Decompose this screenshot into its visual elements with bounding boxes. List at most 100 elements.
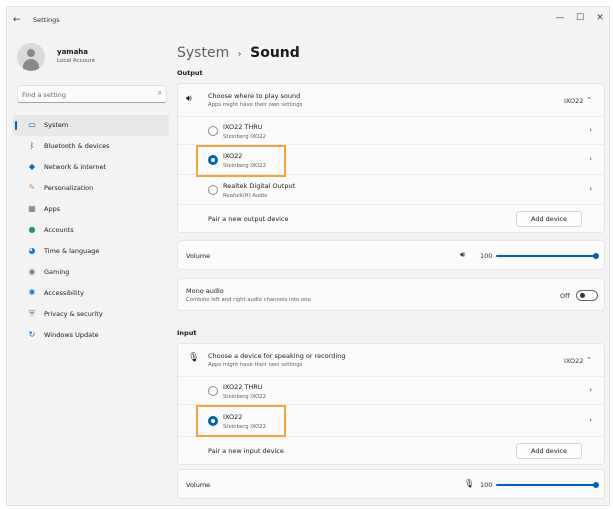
add-input-device-button[interactable]: Add device [516,443,582,459]
active-indicator [15,121,17,130]
input-pair-label: Pair a new input device [208,447,284,455]
input-pair-row: Pair a new input device Add device [178,436,604,465]
brush-icon: ✎ [28,183,36,192]
input-selection-highlight [196,405,286,437]
chevron-up-icon[interactable]: ⌃ [586,96,592,104]
output-header-title: Choose where to play sound [208,92,301,100]
sidebar-item-label: Network & internet [44,163,107,171]
output-volume-thumb[interactable] [593,253,599,259]
output-header-subtitle: Apps might have their own settings [208,102,303,108]
person-icon: ● [28,225,36,234]
settings-window: ← Settings — ☐ ✕ yamaha Local Account ⌕ … [6,6,610,506]
output-radio-0[interactable] [208,126,218,136]
output-device-row-2[interactable]: Realtek Digital Output Realtek(R) Audio … [178,174,604,204]
chevron-right-icon[interactable]: › [589,416,592,424]
add-output-device-button[interactable]: Add device [516,211,582,227]
breadcrumb: System › Sound [177,45,300,61]
sidebar-item-gaming[interactable]: ◉ Gaming [13,262,169,283]
chevron-right-icon[interactable]: › [589,386,592,394]
sidebar-nav: ▭ System ᛒ Bluetooth & devices ◆ Network & in… [13,115,169,346]
input-device-detail-0: Steinberg IXO22 [223,394,267,400]
chevron-up-icon[interactable]: ⌃ [586,356,592,364]
sidebar-item-time-language[interactable]: ◕ Time & language [13,241,169,262]
close-icon[interactable]: ✕ [593,13,607,23]
sidebar-item-label: Privacy & security [44,310,103,318]
bluetooth-icon: ᛒ [29,141,35,150]
avatar [17,43,45,71]
system-icon: ▭ [28,120,36,129]
minimize-icon[interactable]: — [553,13,567,23]
microphone-icon: 🎙︎ [188,353,200,363]
output-device-name-0: IXO22 THRU [223,123,263,131]
back-arrow-icon[interactable]: ← [13,15,21,25]
breadcrumb-parent[interactable]: System [177,45,229,61]
mono-audio-toggle[interactable] [576,290,598,301]
output-pair-label: Pair a new output device [208,215,289,223]
globe-icon: ◕ [28,246,36,255]
output-section-label: Output [177,69,203,77]
chevron-right-icon[interactable]: › [589,155,592,163]
sidebar-item-system[interactable]: ▭ System [13,115,169,136]
sidebar-item-accounts[interactable]: ● Accounts [13,220,169,241]
accessibility-icon: ✱ [28,288,36,297]
output-volume-slider[interactable] [496,255,596,257]
input-header-title: Choose a device for speaking or recordin… [208,352,346,360]
mono-audio-card: Mono audio Combine left and right audio … [177,278,605,311]
sidebar-item-label: Windows Update [44,331,99,339]
input-volume-thumb[interactable] [593,482,599,488]
sidebar-item-label: Personalization [44,184,94,192]
sidebar-item-label: Time & language [44,247,100,255]
search-icon[interactable]: ⌕ [158,88,162,98]
sidebar-item-personalization[interactable]: ✎ Personalization [13,178,169,199]
output-device-name-2: Realtek Digital Output [223,182,296,190]
sidebar-item-label: System [44,121,69,129]
account-card[interactable]: yamaha Local Account [17,43,167,71]
account-type: Local Account [57,58,96,64]
output-volume-value: 100 [480,252,493,260]
sidebar-item-accessibility[interactable]: ✱ Accessibility [13,283,169,304]
output-header-row[interactable]: 🔊︎ Choose where to play sound Apps might… [178,84,604,116]
sidebar-item-privacy-security[interactable]: ⛨ Privacy & security [13,304,169,325]
sidebar-item-network-internet[interactable]: ◆ Network & internet [13,157,169,178]
output-volume-label: Volume [186,252,211,260]
speaker-icon: 🔊︎ [186,94,192,104]
input-header-row[interactable]: 🎙︎ Choose a device for speaking or recor… [178,344,604,376]
input-device-card: 🎙︎ Choose a device for speaking or recor… [177,343,605,465]
output-volume-card: Volume 🔊︎ 100 [177,240,605,270]
output-device-row-0[interactable]: IXO22 THRU Steinberg IXO22 › [178,116,604,144]
mono-audio-title: Mono audio [186,287,224,295]
wifi-icon: ◆ [28,162,36,171]
mono-audio-subtitle: Combine left and right audio channels in… [186,297,311,303]
sidebar-item-label: Accounts [44,226,74,234]
output-selection-highlight [196,145,286,177]
sidebar-item-label: Apps [44,205,61,213]
sidebar-item-bluetooth-devices[interactable]: ᛒ Bluetooth & devices [13,136,169,157]
apps-icon: ▦ [28,204,36,213]
input-volume-value: 100 [480,481,493,489]
output-selected-value: IXO22 [564,97,584,105]
breadcrumb-separator: › [237,49,242,60]
input-device-name-0: IXO22 THRU [223,383,263,391]
sidebar-item-apps[interactable]: ▦ Apps [13,199,169,220]
input-volume-slider[interactable] [496,484,596,486]
input-selected-value: IXO22 [564,357,584,365]
search-input[interactable] [22,89,142,100]
shield-icon: ⛨ [29,309,35,318]
input-device-row-0[interactable]: IXO22 THRU Steinberg IXO22 › [178,376,604,404]
update-icon: ↻ [28,330,36,339]
app-title: Settings [33,16,60,24]
account-name: yamaha [57,48,89,56]
microphone-volume-icon[interactable]: 🎙︎ [464,479,474,488]
input-volume-label: Volume [186,481,211,489]
output-radio-2[interactable] [208,185,218,195]
maximize-icon[interactable]: ☐ [573,13,587,23]
speaker-volume-icon[interactable]: 🔊︎ [460,250,465,260]
input-section-label: Input [177,329,197,337]
output-device-detail-2: Realtek(R) Audio [223,193,268,199]
gamepad-icon: ◉ [28,267,36,276]
sidebar-item-windows-update[interactable]: ↻ Windows Update [13,325,169,346]
chevron-right-icon[interactable]: › [589,185,592,193]
search-box[interactable]: ⌕ [17,85,167,103]
input-radio-0[interactable] [208,386,218,396]
chevron-right-icon[interactable]: › [589,126,592,134]
